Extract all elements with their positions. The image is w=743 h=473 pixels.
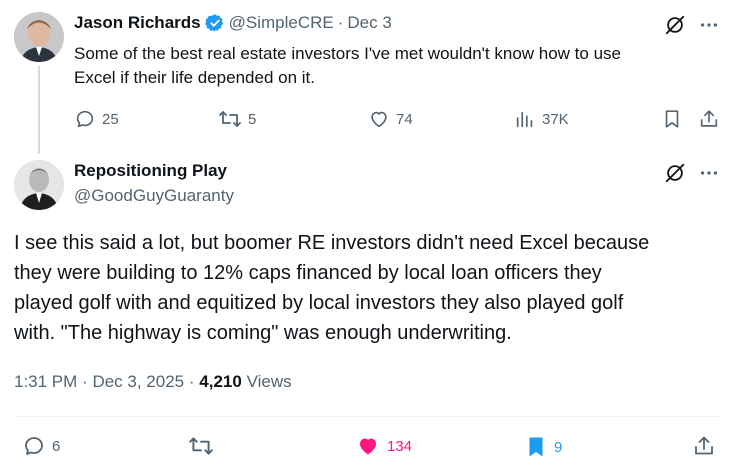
heart-icon xyxy=(368,108,390,130)
bookmark-button[interactable]: 9 xyxy=(524,434,562,460)
repost-button[interactable] xyxy=(188,434,214,458)
meta-separator: · xyxy=(188,372,195,391)
header-separator: · xyxy=(337,13,344,32)
avatar-image xyxy=(14,12,64,62)
author-handle[interactable]: @SimpleCRE xyxy=(229,13,334,33)
tweet1-text-line: Some of the best real estate investors I… xyxy=(74,44,621,63)
bookmark-count: 9 xyxy=(554,438,563,456)
post-time[interactable]: 1:31 PM xyxy=(14,372,77,391)
views-count: 37K xyxy=(542,110,569,128)
views-button[interactable]: 37K xyxy=(514,108,569,130)
like-count: 134 xyxy=(387,437,413,455)
more-options-icon[interactable] xyxy=(698,14,720,36)
reply-text-line: I see this said a lot, but boomer RE inv… xyxy=(14,232,650,254)
like-button[interactable]: 134 xyxy=(355,434,412,458)
like-button[interactable]: 74 xyxy=(368,108,413,130)
reply-text-line: with. "The highway is coming" was enough… xyxy=(14,322,512,344)
post-metadata: 1:31 PM · Dec 3, 2025 · 4,210 Views xyxy=(14,372,292,392)
verified-badge-icon xyxy=(204,13,225,33)
grok-icon[interactable] xyxy=(664,14,686,36)
repost-icon xyxy=(218,108,242,130)
tweet1-text-line: Excel if their life depended on it. xyxy=(74,68,315,87)
author-handle[interactable]: @GoodGuyGuaranty xyxy=(74,186,234,206)
bookmark-icon[interactable] xyxy=(661,108,683,130)
heart-filled-icon xyxy=(355,434,381,458)
repost-count: 5 xyxy=(248,110,257,128)
post-date[interactable]: Dec 3, 2025 xyxy=(92,372,184,391)
reply-text-line: played golf with and equitized by local … xyxy=(14,292,624,314)
tweet1-header: Jason Richards @SimpleCRE · Dec 3 xyxy=(74,13,392,33)
reply-count: 25 xyxy=(102,110,119,128)
views-count: 4,210 xyxy=(199,372,242,391)
avatar-image xyxy=(14,160,64,210)
views-label: Views xyxy=(246,372,292,391)
avatar-jason-richards[interactable] xyxy=(14,12,64,62)
repost-button[interactable]: 5 xyxy=(218,108,256,130)
share-icon[interactable] xyxy=(698,108,720,130)
reply-button[interactable]: 6 xyxy=(22,434,60,458)
author-name[interactable]: Repositioning Play xyxy=(74,161,234,181)
reply-icon xyxy=(74,108,96,130)
tweet1-text: Some of the best real estate investors I… xyxy=(74,42,621,90)
meta-separator: · xyxy=(82,372,88,391)
reply-header: Repositioning Play @GoodGuyGuaranty xyxy=(74,161,234,206)
reply-icon xyxy=(22,434,46,458)
thread-connector-line xyxy=(38,66,40,154)
grok-icon[interactable] xyxy=(664,162,686,184)
repost-icon xyxy=(188,434,214,458)
author-name[interactable]: Jason Richards xyxy=(74,13,201,33)
reply-count: 6 xyxy=(52,437,61,455)
like-count: 74 xyxy=(396,110,413,128)
share-icon[interactable] xyxy=(692,434,716,458)
avatar-repositioning-play[interactable] xyxy=(14,160,64,210)
post-date[interactable]: Dec 3 xyxy=(347,13,391,33)
analytics-icon xyxy=(514,108,536,130)
reply-text: I see this said a lot, but boomer RE inv… xyxy=(14,228,649,348)
bookmark-filled-icon xyxy=(524,434,548,460)
reply-text-line: they were building to 12% caps financed … xyxy=(14,262,602,284)
reply-button[interactable]: 25 xyxy=(74,108,119,130)
divider xyxy=(14,416,721,417)
more-options-icon[interactable] xyxy=(698,162,720,184)
